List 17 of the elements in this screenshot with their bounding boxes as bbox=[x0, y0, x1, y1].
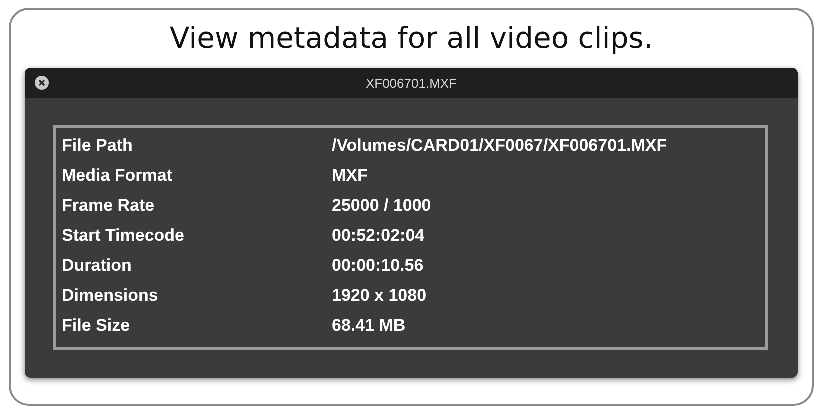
field-value: MXF bbox=[332, 166, 369, 186]
window-title: XF006701.MXF bbox=[366, 76, 458, 90]
field-value: 25000 / 1000 bbox=[332, 196, 432, 216]
field-label: File Size bbox=[62, 316, 132, 336]
field-label: Duration bbox=[62, 256, 133, 276]
field-label: Frame Rate bbox=[62, 196, 156, 216]
field-label: Media Format bbox=[62, 166, 174, 186]
heading: View metadata for all video clips. bbox=[170, 20, 654, 56]
field-value: /Volumes/CARD01/XF0067/XF006701.MXF bbox=[332, 136, 668, 156]
field-value: 1920 x 1080 bbox=[332, 286, 428, 306]
field-label: Dimensions bbox=[62, 286, 160, 306]
field-value: 00:52:02:04 bbox=[332, 226, 426, 246]
field-value: 00:00:10.56 bbox=[332, 256, 425, 276]
field-value: 68.41 MB bbox=[332, 316, 407, 336]
field-label: Start Timecode bbox=[62, 226, 186, 246]
field-label: File Path bbox=[62, 136, 134, 156]
close-icon[interactable] bbox=[35, 76, 49, 90]
